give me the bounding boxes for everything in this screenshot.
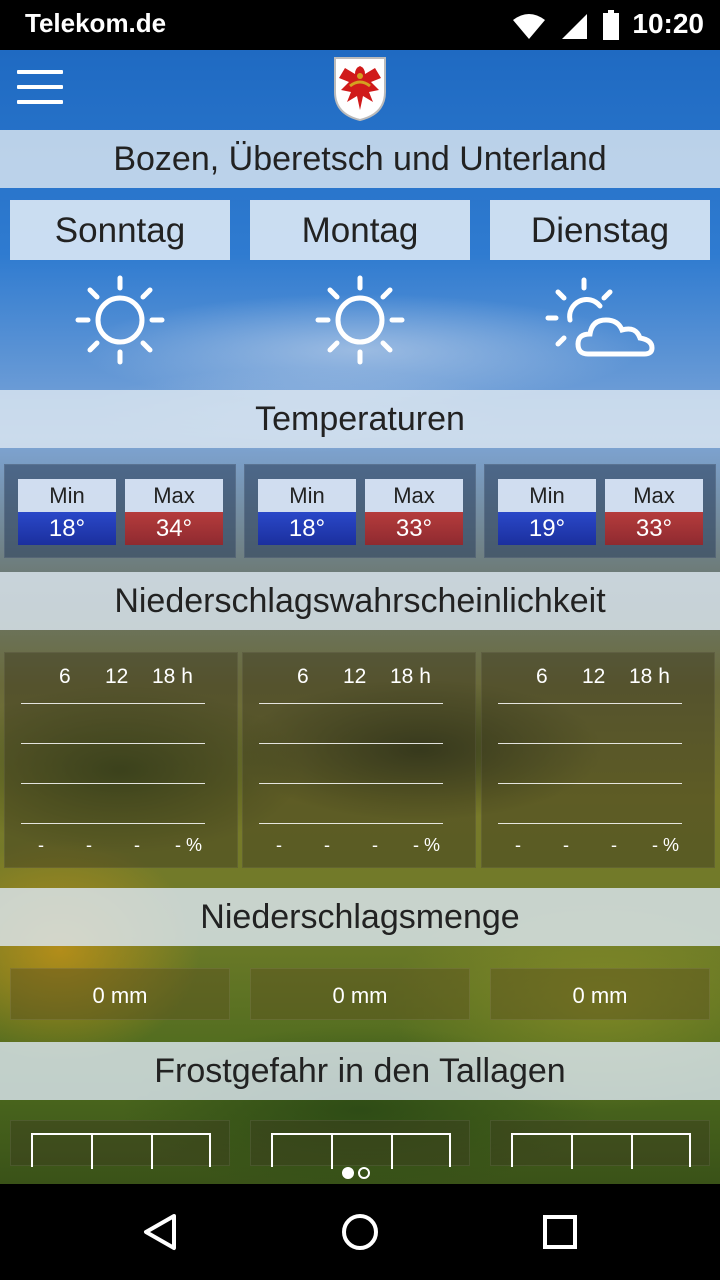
- probability-value: -: [134, 835, 140, 855]
- probability-value: -: [515, 835, 521, 855]
- probability-value: -: [563, 835, 569, 855]
- temperature-panel: Min 19° Max 33°: [484, 464, 716, 558]
- precip-amount-value: 0 mm: [490, 968, 710, 1020]
- carrier-name: Telekom.de: [25, 8, 167, 38]
- grid-line: [21, 743, 205, 744]
- grid-line: [259, 703, 443, 704]
- hour-label: 12: [343, 665, 367, 688]
- tab-montag[interactable]: Montag: [250, 200, 470, 260]
- recents-icon[interactable]: [538, 1212, 582, 1252]
- precip-probability-panel: 6 12 18 h - - - - %: [242, 652, 476, 868]
- min-temperature: 18°: [18, 512, 116, 545]
- max-temperature: 33°: [605, 512, 703, 545]
- grid-line: [21, 783, 205, 784]
- frost-indicator: [490, 1120, 710, 1169]
- precip-probability-panel: 6 12 18 h - - - - %: [481, 652, 715, 868]
- frost-indicator: [10, 1120, 230, 1169]
- hour-label: 18 h: [390, 665, 431, 688]
- grid-line: [21, 703, 205, 704]
- min-temperature: 19°: [498, 512, 596, 545]
- hour-label: 6: [59, 665, 71, 688]
- navigation-bar: [0, 1184, 720, 1280]
- back-icon[interactable]: [140, 1212, 184, 1252]
- battery-icon: [603, 10, 619, 40]
- hour-label: 6: [297, 665, 309, 688]
- max-label: Max: [605, 479, 703, 512]
- hour-label: 12: [582, 665, 606, 688]
- grid-line: [498, 823, 682, 824]
- signal-icon: [562, 14, 587, 39]
- probability-value: - %: [652, 835, 679, 855]
- precip-amount-value: 0 mm: [250, 968, 470, 1020]
- tab-dienstag[interactable]: Dienstag: [490, 200, 710, 260]
- sun-icon: [315, 275, 405, 365]
- sun-cloud-icon: [545, 277, 655, 357]
- precip-amount-header: Niederschlagsmenge: [0, 888, 720, 946]
- precip-amount-value: 0 mm: [10, 968, 230, 1020]
- tab-sonntag[interactable]: Sonntag: [10, 200, 230, 260]
- page-indicator[interactable]: [342, 1167, 370, 1179]
- grid-line: [498, 703, 682, 704]
- hamburger-menu-icon[interactable]: [17, 70, 63, 106]
- grid-line: [498, 783, 682, 784]
- probability-value: -: [38, 835, 44, 855]
- precip-probability-header: Niederschlagswahrscheinlichkeit: [0, 572, 720, 630]
- min-temperature: 18°: [258, 512, 356, 545]
- temperature-panel: Min 18° Max 34°: [4, 464, 236, 558]
- app-content: Bozen, Überetsch und Unterland Sonntag M…: [0, 50, 720, 1184]
- grid-line: [259, 783, 443, 784]
- wifi-icon: [513, 14, 545, 39]
- probability-value: - %: [175, 835, 202, 855]
- temperatures-header: Temperaturen: [0, 390, 720, 448]
- probability-value: -: [611, 835, 617, 855]
- page-dot[interactable]: [358, 1167, 370, 1179]
- probability-value: -: [86, 835, 92, 855]
- max-temperature: 34°: [125, 512, 223, 545]
- grid-line: [259, 823, 443, 824]
- probability-value: -: [372, 835, 378, 855]
- frost-indicator: [250, 1120, 470, 1169]
- sun-icon: [75, 275, 165, 365]
- hour-label: 18 h: [152, 665, 193, 688]
- home-icon[interactable]: [338, 1212, 382, 1252]
- probability-value: -: [324, 835, 330, 855]
- min-label: Min: [18, 479, 116, 512]
- hour-label: 12: [105, 665, 129, 688]
- hour-label: 6: [536, 665, 548, 688]
- min-label: Min: [498, 479, 596, 512]
- region-title: Bozen, Überetsch und Unterland: [0, 130, 720, 188]
- grid-line: [498, 743, 682, 744]
- grid-line: [21, 823, 205, 824]
- probability-value: - %: [413, 835, 440, 855]
- hour-label: 18 h: [629, 665, 670, 688]
- max-label: Max: [365, 479, 463, 512]
- frost-header: Frostgefahr in den Tallagen: [0, 1042, 720, 1100]
- temperature-panel: Min 18° Max 33°: [244, 464, 476, 558]
- status-bar: Telekom.de 10:20: [0, 0, 720, 50]
- clock: 10:20: [632, 8, 704, 39]
- max-temperature: 33°: [365, 512, 463, 545]
- page-dot-active[interactable]: [342, 1167, 354, 1179]
- max-label: Max: [125, 479, 223, 512]
- tyrol-eagle-crest-icon: [334, 57, 386, 122]
- min-label: Min: [258, 479, 356, 512]
- precip-probability-panel: 6 12 18 h - - - - %: [4, 652, 238, 868]
- probability-value: -: [276, 835, 282, 855]
- grid-line: [259, 743, 443, 744]
- app-toolbar: [0, 50, 720, 130]
